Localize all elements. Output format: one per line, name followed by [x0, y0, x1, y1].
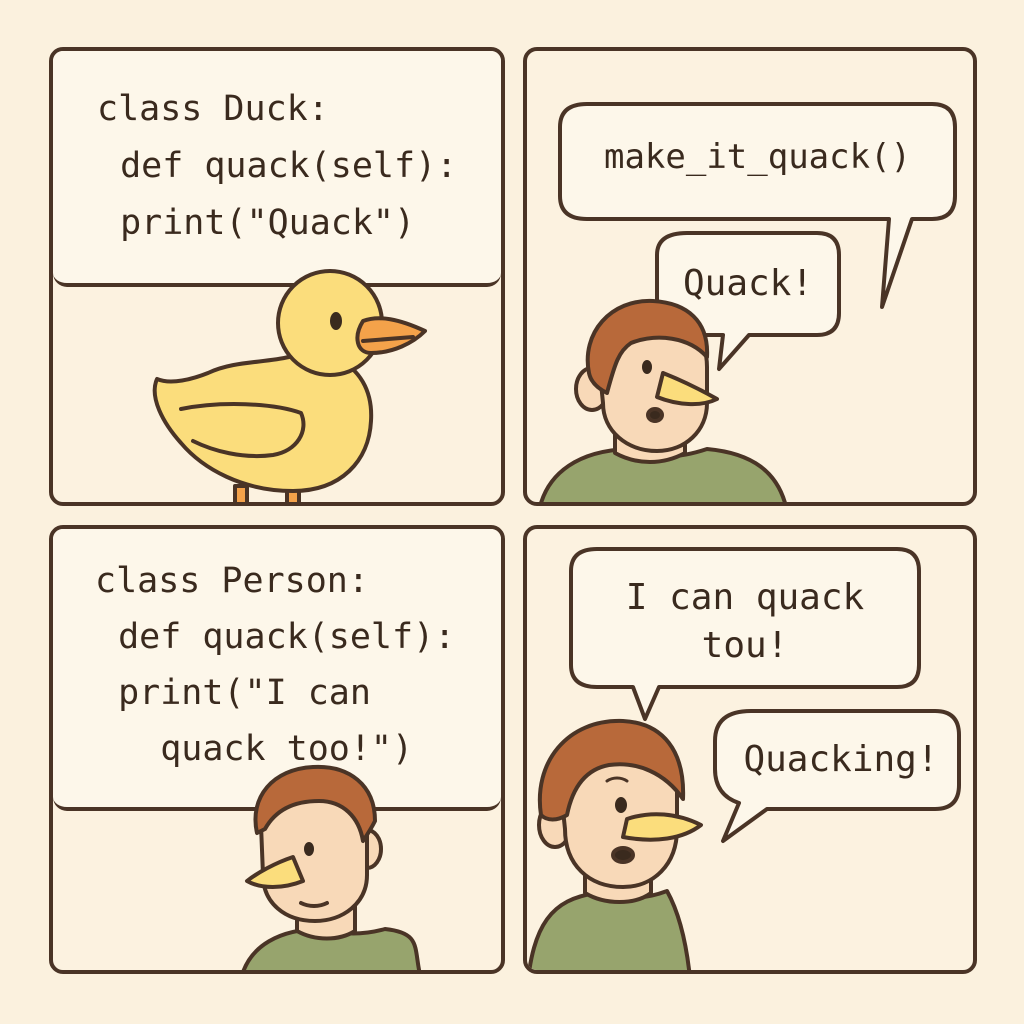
boast-bubble-line2: tou!: [701, 625, 789, 666]
eye: [304, 842, 314, 856]
person-illustration: [241, 764, 422, 970]
panel-person-code: class Person: def quack(self): print("I …: [49, 525, 505, 974]
panel-function-call: make_it_quack() Quack!: [523, 47, 977, 506]
duck-illustration: [152, 269, 427, 502]
call-bubble-text: make_it_quack(): [603, 137, 912, 177]
eye: [615, 797, 627, 813]
boast-bubble-line1: I can quack: [625, 577, 865, 618]
response-bubble-text: Quack!: [682, 263, 814, 304]
quacking-bubble-text: Quacking!: [743, 739, 939, 780]
panel-person-quacking: I can quack tou! Quacking!: [523, 525, 977, 974]
comic-page: class Duck: def quack(self): print("Quac…: [0, 0, 1024, 1024]
panel-duck-code: class Duck: def quack(self): print("Quac…: [49, 47, 505, 506]
eye: [642, 360, 652, 374]
duck-eye: [330, 312, 342, 330]
